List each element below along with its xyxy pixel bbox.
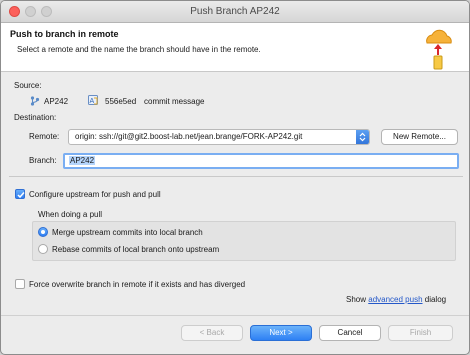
svg-text:A: A — [90, 98, 95, 105]
advanced-push-link[interactable]: advanced push — [368, 295, 422, 304]
remote-select-value: origin: ssh://git@git2.boost-lab.net/jea… — [75, 132, 303, 141]
source-commit-message: commit message — [144, 97, 205, 106]
branch-name-input[interactable]: AP242 — [63, 153, 459, 169]
advanced-prefix: Show — [346, 295, 367, 304]
section-divider — [9, 176, 463, 177]
destination-heading: Destination: — [14, 113, 57, 122]
commit-icon: A — [88, 95, 98, 105]
merge-option-label: Merge upstream commits into local branch — [52, 228, 203, 237]
back-button[interactable]: < Back — [181, 325, 243, 341]
next-button[interactable]: Next > — [250, 325, 312, 341]
push-to-cloud-icon — [426, 29, 452, 70]
window-title: Push Branch AP242 — [190, 6, 280, 17]
banner-title: Push to branch in remote — [10, 29, 119, 39]
rebase-option-label: Rebase commits of local branch onto upst… — [52, 245, 220, 254]
force-overwrite-checkbox[interactable] — [15, 279, 25, 289]
banner-description: Select a remote and the name the branch … — [17, 45, 261, 54]
rebase-radio[interactable] — [38, 244, 48, 254]
branch-label: Branch: — [29, 156, 57, 165]
checkmark-icon — [17, 192, 25, 199]
configure-upstream-checkbox[interactable] — [15, 189, 25, 199]
pull-options-group: Merge upstream commits into local branch… — [32, 221, 456, 261]
header-banner: Push to branch in remote Select a remote… — [1, 23, 469, 72]
force-overwrite-label: Force overwrite branch in remote if it e… — [29, 280, 246, 289]
advanced-push-text: Show advanced push dialog — [346, 295, 446, 304]
merge-radio[interactable] — [38, 227, 48, 237]
finish-button[interactable]: Finish — [388, 325, 453, 341]
remote-select[interactable]: origin: ssh://git@git2.boost-lab.net/jea… — [68, 129, 370, 145]
new-remote-button[interactable]: New Remote... — [381, 129, 458, 145]
chevron-updown-icon[interactable] — [356, 130, 369, 144]
source-branch-name: AP242 — [44, 97, 69, 106]
advanced-suffix: dialog — [424, 295, 447, 304]
footer-divider — [1, 315, 469, 316]
source-heading: Source: — [14, 81, 42, 90]
remote-label: Remote: — [29, 132, 60, 141]
branch-name-value: AP242 — [69, 156, 96, 165]
configure-upstream-label: Configure upstream for push and pull — [29, 190, 161, 199]
source-commit-id: 556e5ed — [105, 97, 137, 106]
git-branch-icon — [30, 96, 40, 106]
title-bar: Push Branch AP242 — [1, 1, 469, 23]
push-branch-dialog: Push Branch AP242 Push to branch in remo… — [0, 0, 470, 355]
cancel-button[interactable]: Cancel — [319, 325, 381, 341]
pull-group-label: When doing a pull — [38, 210, 103, 219]
